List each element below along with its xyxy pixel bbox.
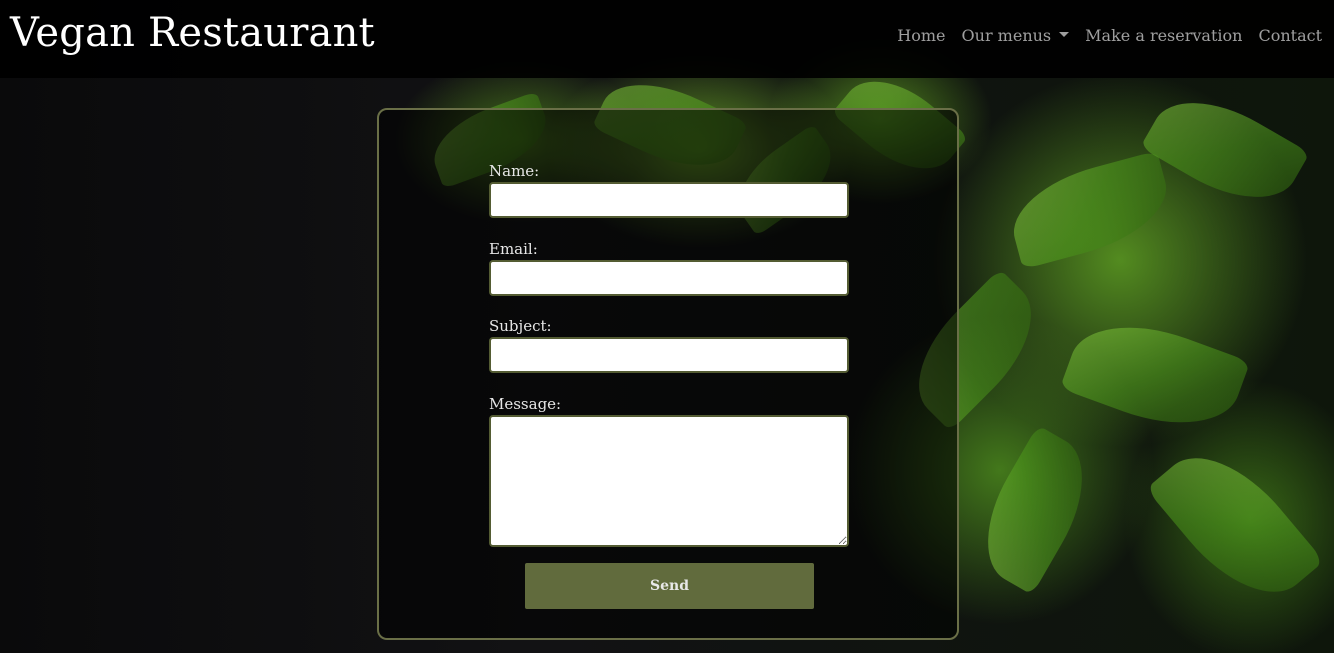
nav-item-label: Our menus [961,26,1052,45]
email-input[interactable] [489,260,849,296]
foliage-shape [962,425,1108,595]
message-field-group: Message: [489,395,849,547]
caret-down-icon [1059,32,1070,37]
email-label: Email: [489,240,538,258]
nav-item-our-menus[interactable]: Our menus [962,26,1070,45]
foliage-shape [1002,150,1178,270]
foliage-shape [1145,430,1325,620]
subject-input[interactable] [489,337,849,373]
name-label: Name: [489,162,540,180]
foliage-shape [1140,77,1310,223]
name-field-group: Name: [489,162,849,218]
navbar: Vegan Restaurant Home Our menus Make a r… [0,0,1334,78]
contact-form: Name: Email: Subject: Message: Send [377,108,959,640]
subject-label: Subject: [489,317,552,335]
subject-field-group: Subject: [489,317,849,373]
name-input[interactable] [489,182,849,218]
message-textarea[interactable] [489,415,849,547]
nav-item-contact[interactable]: Contact [1258,26,1322,45]
nav-item-home[interactable]: Home [897,26,945,45]
email-field-group: Email: [489,240,849,296]
send-button[interactable]: Send [525,563,814,609]
nav-menu: Home Our menus Make a reservation Contac… [897,26,1322,45]
brand-link[interactable]: Vegan Restaurant [10,10,375,56]
nav-item-make-a-reservation[interactable]: Make a reservation [1085,26,1242,45]
message-label: Message: [489,395,562,413]
foliage-shape [1059,303,1251,447]
